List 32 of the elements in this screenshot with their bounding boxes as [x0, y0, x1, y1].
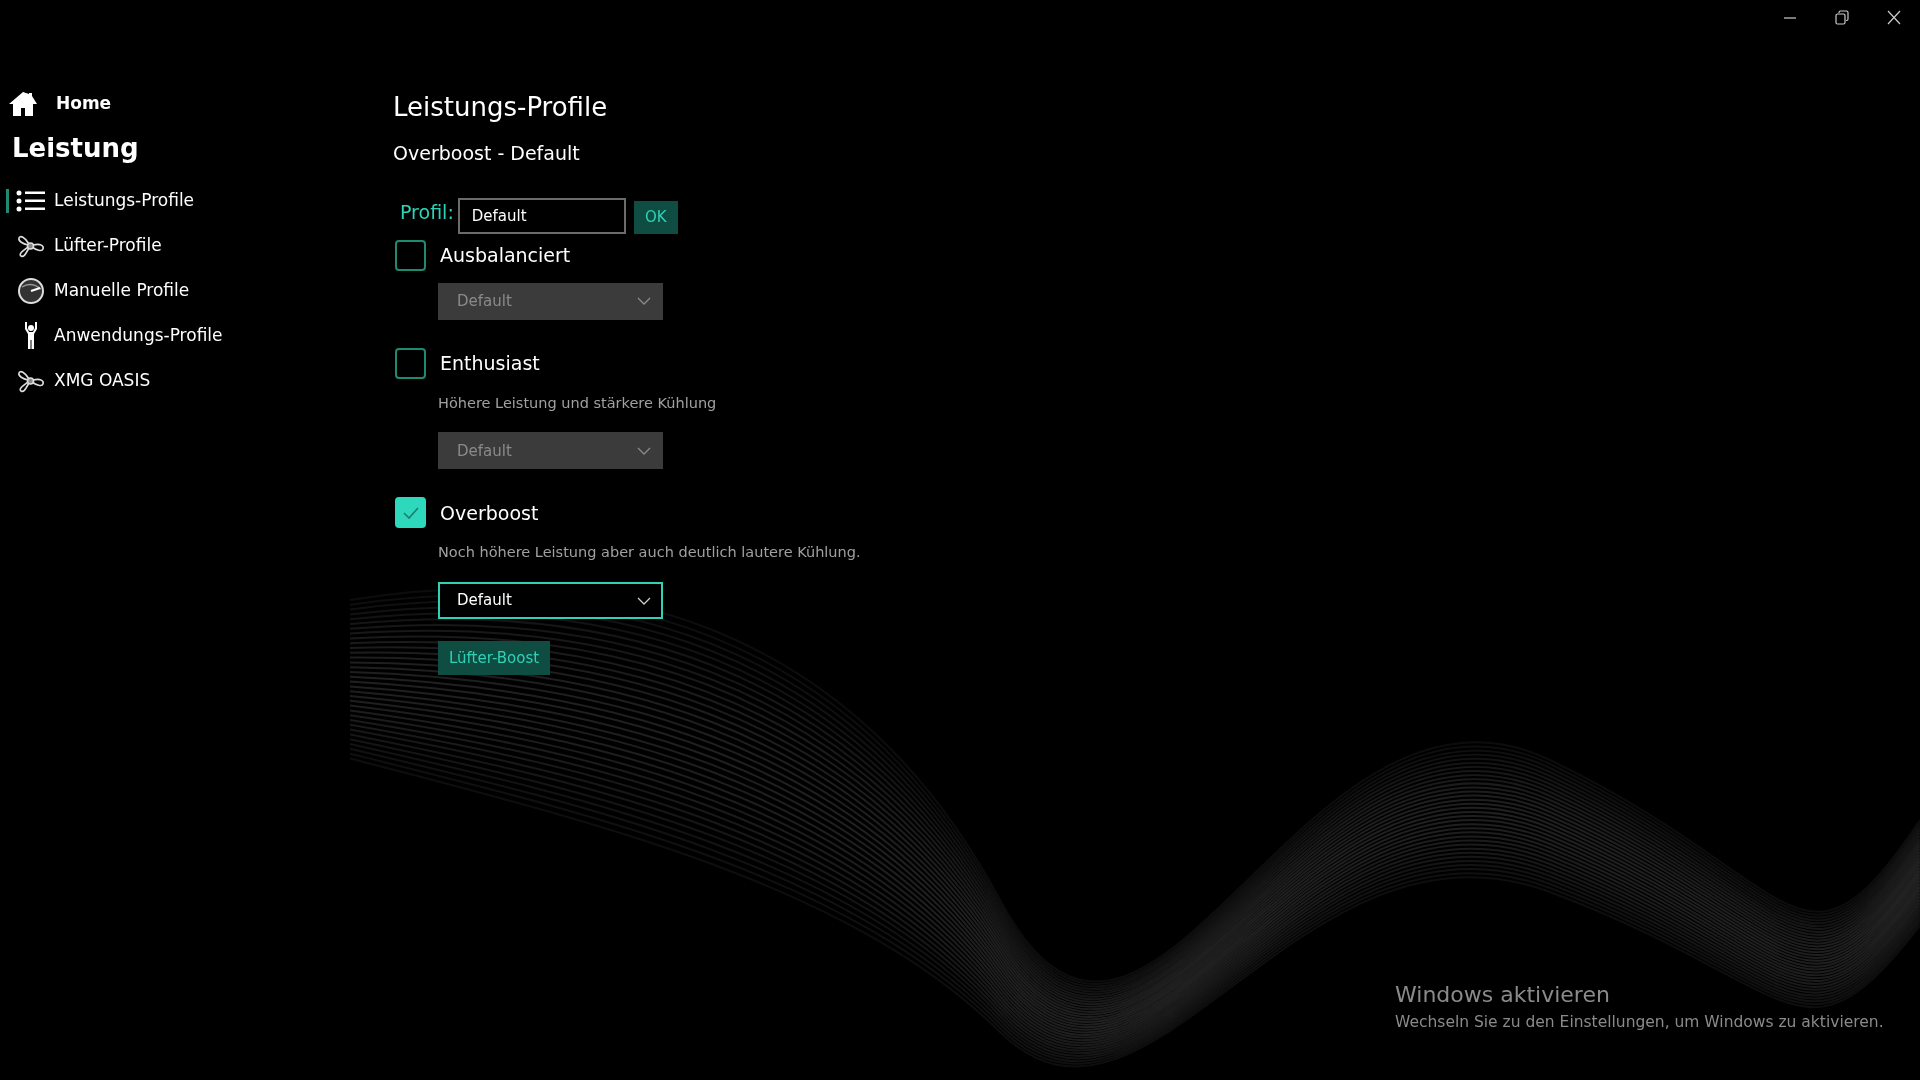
mode-label: Enthusiast [440, 350, 540, 376]
sidebar-item[interactable]: XMG OASIS [54, 367, 151, 394]
home-icon [8, 91, 38, 117]
chevron-down-icon [637, 297, 651, 306]
sidebar-item[interactable]: Lüfter-Profile [54, 232, 162, 259]
page-title: Leistungs-Profile [393, 92, 609, 124]
profile-label: Profil: [400, 199, 454, 225]
checkbox[interactable] [395, 347, 426, 379]
restore-icon[interactable] [1835, 8, 1849, 28]
chevron-down-icon [637, 596, 651, 605]
checkmark-icon [401, 505, 420, 520]
sidebar-item[interactable]: Manuelle Profile [54, 277, 190, 304]
checkbox[interactable] [395, 497, 426, 529]
home-link[interactable]: Home [56, 91, 112, 117]
sidebar-item[interactable]: Anwendungs-Profile [54, 322, 223, 349]
fan-boost-button[interactable]: Lüfter-Boost [438, 641, 551, 676]
checkbox[interactable] [395, 239, 426, 271]
mode-description: Höhere Leistung und stärkere Kühlung [438, 393, 718, 413]
profile-name-field[interactable]: Default [457, 197, 626, 234]
chevron-down-icon [637, 446, 651, 455]
list-icon [16, 189, 46, 212]
sidebar-item[interactable]: Leistungs-Profile [54, 187, 195, 214]
section-heading: Leistung [12, 132, 140, 165]
mode-description: Noch höhere Leistung aber auch deutlich lautere Kühlung. [438, 543, 861, 563]
profile-dropdown[interactable]: Default [438, 582, 663, 620]
mode-label: Ausbalanciert [440, 242, 571, 268]
ok-button[interactable]: OK [633, 200, 678, 234]
activation-message: Wechseln Sie zu den Einstellungen, um Windows zu aktivieren. [1395, 1012, 1884, 1033]
page-subtitle: Overboost - Default [393, 141, 581, 167]
gauge-icon [16, 276, 46, 305]
mode-label: Overboost [440, 500, 539, 526]
activation-title: Windows aktivieren [1395, 981, 1611, 1009]
